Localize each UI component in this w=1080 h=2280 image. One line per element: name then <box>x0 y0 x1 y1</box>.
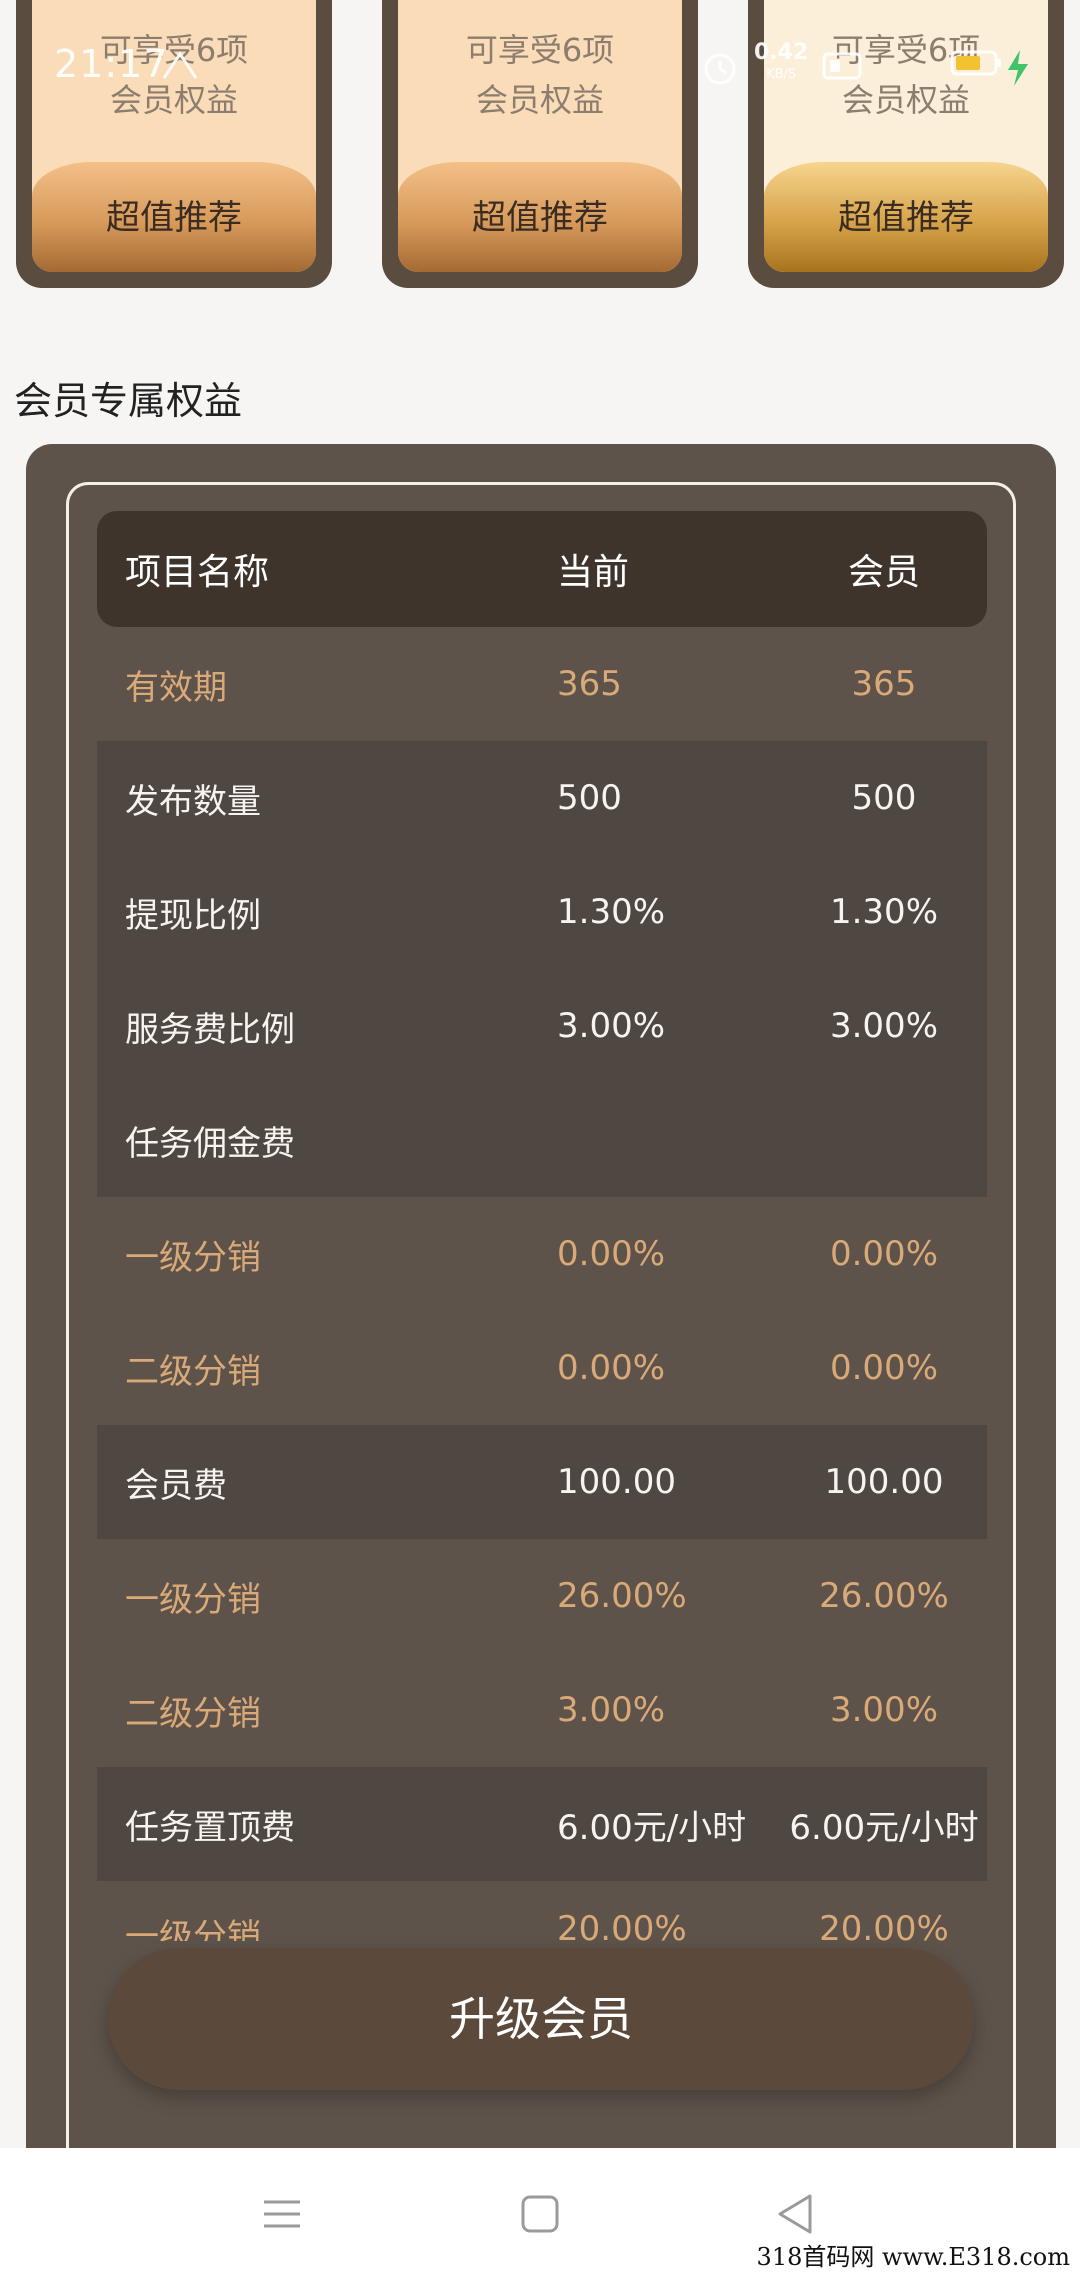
row-current: 100.00 <box>557 1462 676 1502</box>
table-row: 任务佣金费 <box>97 1083 987 1197</box>
table-header: 项目名称 当前 会员 <box>97 511 987 627</box>
row-name: 二级分销 <box>125 1351 261 1392</box>
row-current: 6.00元/小时 <box>557 1807 747 1848</box>
charging-icon <box>1008 50 1028 86</box>
row-current: 500 <box>557 778 622 818</box>
table-row: 一级分销 26.00% 26.00% <box>97 1539 987 1653</box>
row-member: 6.00元/小时 <box>789 1807 979 1848</box>
row-name: 任务佣金费 <box>125 1123 295 1164</box>
row-name: 服务费比例 <box>125 1009 295 1050</box>
row-name: 一级分销 <box>125 1579 261 1620</box>
table-row: 有效期 365 365 <box>97 627 987 741</box>
table-row: 二级分销 3.00% 3.00% <box>97 1653 987 1767</box>
row-member: 0.00% <box>829 1234 938 1274</box>
header-current: 当前 <box>557 552 630 593</box>
row-name: 一级分销 <box>125 1917 261 1941</box>
row-name: 发布数量 <box>125 781 261 822</box>
row-name: 二级分销 <box>125 1693 261 1734</box>
table-row: 发布数量 500 500 <box>97 741 987 855</box>
row-current: 0.00% <box>557 1348 666 1388</box>
network-speed-value: 0.42 <box>754 40 809 65</box>
benefits-table: 项目名称 当前 会员 有效期 365 365 发布数量 500 500 提现比例… <box>97 511 987 1941</box>
row-current: 1.30% <box>557 892 666 932</box>
watermark: 318首码网 www.E318.com <box>756 2243 1070 2271</box>
row-member: 0.00% <box>829 1348 938 1388</box>
row-member: 3.00% <box>829 1690 938 1730</box>
row-name: 一级分销 <box>125 1237 261 1278</box>
header-item-name: 项目名称 <box>125 552 270 593</box>
network-speed: 0.42 KB/S <box>754 42 808 86</box>
network-speed-unit: KB/S <box>766 67 797 82</box>
row-member: 20.00% <box>819 1909 949 1941</box>
row-member: 365 <box>851 664 917 704</box>
row-current: 26.00% <box>557 1576 687 1616</box>
home-icon[interactable] <box>510 2184 570 2244</box>
plan-recommend-label: 超值推荐 <box>764 162 1048 272</box>
upgrade-member-button[interactable]: 升级会员 <box>108 1948 974 2090</box>
system-nav-bar: 318首码网 www.E318.com <box>0 2148 1080 2280</box>
row-name: 提现比例 <box>125 895 261 936</box>
row-name: 任务置顶费 <box>125 1807 295 1848</box>
row-current: 0.00% <box>557 1234 666 1274</box>
table-row: 一级分销 20.00% 20.00% <box>97 1881 987 1941</box>
status-bar: 21:17 0.42 KB/S <box>0 38 1080 94</box>
plan-recommend-label: 超值推荐 <box>32 162 316 272</box>
row-member: 1.30% <box>829 892 938 932</box>
signal-icon <box>162 51 198 79</box>
table-row: 会员费 100.00 100.00 <box>97 1425 987 1539</box>
row-current: 3.00% <box>557 1690 666 1730</box>
row-member: 100.00 <box>824 1462 944 1502</box>
row-current: 20.00% <box>557 1909 687 1941</box>
table-row: 二级分销 0.00% 0.00% <box>97 1311 987 1425</box>
table-row: 任务置顶费 6.00元/小时 6.00元/小时 <box>97 1767 987 1881</box>
table-row: 服务费比例 3.00% 3.00% <box>97 969 987 1083</box>
table-row: 提现比例 1.30% 1.30% <box>97 855 987 969</box>
row-member: 26.00% <box>819 1576 949 1616</box>
back-icon[interactable] <box>766 2184 826 2244</box>
plan-recommend-label: 超值推荐 <box>398 162 682 272</box>
table-row: 一级分销 0.00% 0.00% <box>97 1197 987 1311</box>
menu-icon[interactable] <box>252 2184 312 2244</box>
row-current: 365 <box>557 664 622 704</box>
row-member: 3.00% <box>829 1006 938 1046</box>
battery-icon <box>950 50 1001 76</box>
row-current: 3.00% <box>557 1006 666 1046</box>
wifi-icon <box>822 52 862 80</box>
status-time: 21:17 <box>54 42 169 86</box>
header-member: 会员 <box>847 552 920 593</box>
row-name: 会员费 <box>125 1465 227 1506</box>
row-name: 有效期 <box>125 667 227 708</box>
alarm-icon <box>704 53 736 85</box>
row-member: 500 <box>851 778 917 818</box>
section-title: 会员专属权益 <box>14 379 243 423</box>
